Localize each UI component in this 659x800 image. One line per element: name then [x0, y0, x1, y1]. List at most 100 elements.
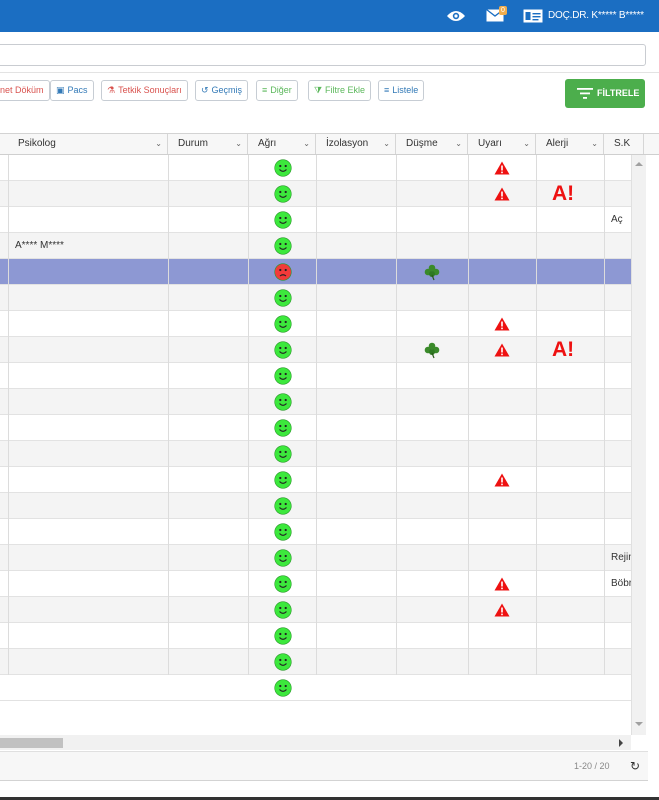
chevron-down-icon[interactable]: ⌄ — [591, 134, 598, 154]
scroll-down-icon[interactable] — [632, 719, 646, 729]
toolbar-button-label: Filtre Ekle — [325, 85, 366, 95]
column-header-label: S.K — [614, 138, 631, 149]
toolbar-button-label: Pacs — [67, 85, 88, 95]
smiley-face-icon — [274, 393, 292, 414]
column-header-label: Alerji — [546, 138, 569, 149]
smiley-face-icon — [274, 497, 292, 518]
column-header[interactable]: İzolasyon ⌄ — [316, 134, 396, 154]
column-divider — [248, 155, 249, 675]
toolbar-button-label: Geçmiş — [211, 85, 243, 95]
column-header[interactable]: Psikolog ⌄ — [8, 134, 168, 154]
clover-icon — [423, 341, 441, 362]
smiley-face-icon — [274, 653, 292, 674]
horizontal-scroll-thumb[interactable] — [0, 738, 63, 748]
chevron-down-icon[interactable]: ⌄ — [303, 134, 310, 154]
id-card-icon[interactable] — [523, 9, 543, 26]
toolbar-button-3[interactable]: ↺ Geçmiş — [195, 80, 249, 101]
column-divider — [396, 155, 397, 675]
column-header-label: Düşme — [406, 138, 438, 149]
warning-icon — [494, 343, 510, 360]
filter-button[interactable]: FİLTRELE — [565, 79, 645, 108]
toolbar-button-1[interactable]: ▣ Pacs — [50, 80, 94, 101]
smiley-face-icon — [274, 185, 292, 206]
eye-icon[interactable] — [446, 9, 466, 26]
allergy-alert-icon: A! — [552, 182, 575, 205]
clover-icon — [423, 263, 441, 284]
column-divider — [604, 155, 605, 675]
mail-count-badge: 0 — [499, 6, 507, 15]
mail-icon[interactable]: 0 — [486, 6, 507, 25]
chevron-down-icon[interactable]: ⌄ — [523, 134, 530, 154]
smiley-face-icon — [274, 289, 292, 310]
flask-icon: ⚗ — [107, 85, 116, 95]
image-icon: ▣ — [56, 85, 65, 95]
scroll-right-icon[interactable] — [616, 736, 626, 750]
sad-face-icon — [274, 263, 292, 284]
column-header[interactable]: Uyarı ⌄ — [468, 134, 536, 154]
note-cell: Böbr — [611, 578, 633, 589]
smiley-face-icon — [274, 159, 292, 180]
column-header-label: Psikolog — [18, 138, 56, 149]
column-divider — [8, 155, 9, 675]
refresh-icon[interactable]: ↻ — [630, 759, 640, 773]
column-header-label: İzolasyon — [326, 138, 369, 149]
allergy-alert-icon: A! — [552, 338, 575, 361]
funnel-icon: ⧩ — [314, 85, 323, 95]
horizontal-scrollbar[interactable] — [0, 735, 631, 750]
chevron-down-icon[interactable]: ⌄ — [383, 134, 390, 154]
column-divider — [536, 155, 537, 675]
toolbar-button-4[interactable]: ≡ Diğer — [256, 80, 298, 101]
top-bar: 0 DOÇ.DR. K***** B***** — [0, 0, 659, 32]
smiley-face-icon — [274, 341, 292, 362]
warning-icon — [494, 317, 510, 334]
user-name[interactable]: DOÇ.DR. K***** B***** — [548, 10, 644, 21]
smiley-face-icon — [274, 367, 292, 388]
smiley-face-icon — [274, 575, 292, 596]
chevron-down-icon[interactable]: ⌄ — [455, 134, 462, 154]
warning-icon — [494, 603, 510, 620]
smiley-face-icon — [274, 523, 292, 544]
smiley-face-icon — [274, 237, 292, 258]
smiley-face-icon — [274, 471, 292, 492]
smiley-face-icon — [274, 315, 292, 336]
filter-lines-icon — [577, 88, 593, 99]
column-header[interactable]: Alerji ⌄ — [536, 134, 604, 154]
warning-icon — [494, 577, 510, 594]
column-divider — [168, 155, 169, 675]
history-icon: ↺ — [201, 85, 209, 95]
table-row[interactable] — [0, 675, 631, 701]
column-header-label: Uyarı — [478, 138, 502, 149]
search-input[interactable] — [0, 44, 646, 66]
column-header-label: Ağrı — [258, 138, 277, 149]
list-icon: ≡ — [384, 85, 390, 95]
column-divider — [316, 155, 317, 675]
toolbar-button-5[interactable]: ⧩ Filtre Ekle — [308, 80, 372, 101]
scroll-up-icon[interactable] — [632, 159, 646, 169]
list-icon: ≡ — [262, 85, 268, 95]
smiley-face-icon — [274, 549, 292, 570]
toolbar-button-6[interactable]: ≡ Listele — [378, 80, 425, 101]
smiley-face-icon — [274, 679, 292, 700]
column-header[interactable]: S.K — [604, 134, 644, 154]
toolbar-button-0[interactable]: net Döküm — [0, 80, 50, 101]
chevron-down-icon[interactable]: ⌄ — [235, 134, 242, 154]
smiley-face-icon — [274, 445, 292, 466]
column-header[interactable]: Durum ⌄ — [168, 134, 248, 154]
toolbar-button-label: Listele — [392, 85, 419, 95]
smiley-face-icon — [274, 211, 292, 232]
toolbar-button-label: Tetkik Sonuçları — [118, 85, 182, 95]
smiley-face-icon — [274, 627, 292, 648]
column-header[interactable]: Ağrı ⌄ — [248, 134, 316, 154]
toolbar-button-2[interactable]: ⚗ Tetkik Sonuçları — [101, 80, 188, 101]
column-header-label: Durum — [178, 138, 209, 149]
psikolog-cell: A**** M**** — [15, 240, 64, 251]
smiley-face-icon — [274, 419, 292, 440]
chevron-down-icon[interactable]: ⌄ — [155, 134, 162, 154]
warning-icon — [494, 161, 510, 178]
vertical-scrollbar[interactable] — [631, 155, 646, 735]
toolbar-button-label: net Döküm — [0, 85, 44, 95]
column-divider — [468, 155, 469, 675]
smiley-face-icon — [274, 601, 292, 622]
column-header[interactable]: Düşme ⌄ — [396, 134, 468, 154]
grid-footer — [0, 751, 648, 781]
